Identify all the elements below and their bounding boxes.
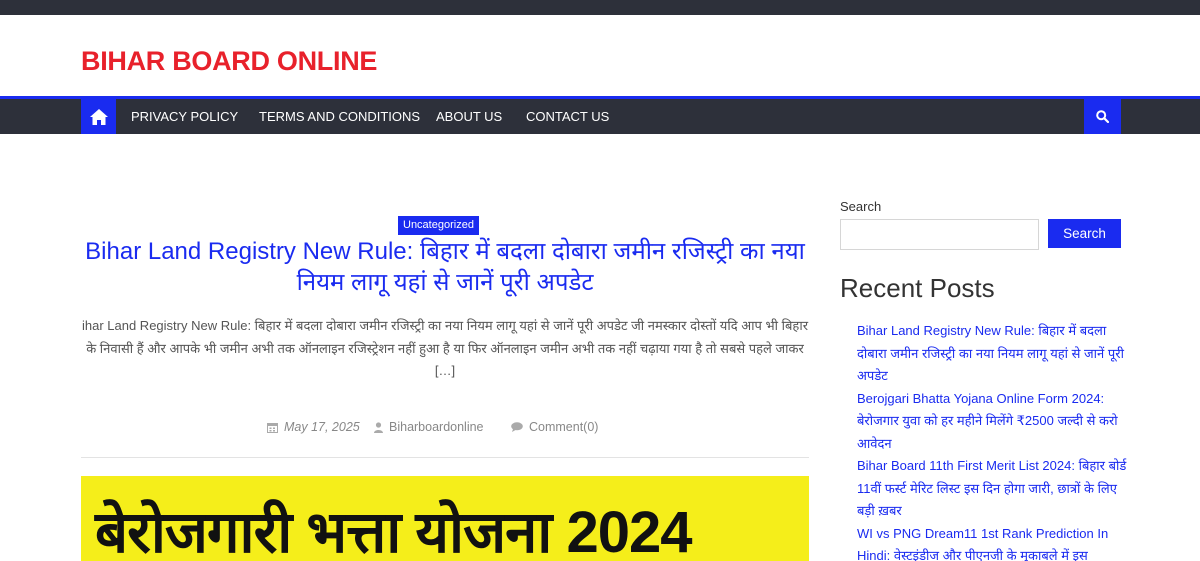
main-nav: PRIVACY POLICY TERMS AND CONDITIONS ABOU… xyxy=(0,96,1200,134)
user-icon xyxy=(374,421,383,433)
post-comments-text: Comment(0) xyxy=(529,420,599,434)
recent-post-link[interactable]: Berojgari Bhatta Yojana Online Form 2024… xyxy=(857,388,1127,456)
post-title[interactable]: Bihar Land Registry New Rule: बिहार में … xyxy=(81,236,809,298)
nav-item-contact-us[interactable]: CONTACT US xyxy=(526,99,609,134)
sidebar-search-label: Search xyxy=(840,199,882,214)
recent-posts-heading: Recent Posts xyxy=(840,273,995,303)
post-author-text: Biharboardonline xyxy=(389,420,484,434)
recent-post-link[interactable]: Bihar Land Registry New Rule: बिहार में … xyxy=(857,320,1127,388)
home-button[interactable] xyxy=(81,99,116,134)
post-excerpt: ihar Land Registry New Rule: बिहार में ब… xyxy=(81,318,809,378)
nav-item-privacy-policy[interactable]: PRIVACY POLICY xyxy=(131,99,238,134)
nav-item-about-us[interactable]: ABOUT US xyxy=(436,99,502,134)
post-date-text: May 17, 2025 xyxy=(284,420,360,434)
post-divider xyxy=(81,457,809,458)
top-bar xyxy=(0,0,1200,15)
search-icon xyxy=(1096,110,1109,123)
comment-icon xyxy=(511,422,523,432)
nav-search-button[interactable] xyxy=(1084,99,1121,134)
post-date[interactable]: May 17, 2025 xyxy=(267,420,360,434)
sidebar-search-input[interactable] xyxy=(840,219,1039,250)
featured-image-text: बेरोजगारी भत्ता योजना 2024 xyxy=(95,500,692,561)
post-meta: May 17, 2025 Biharboardonline Comment(0) xyxy=(81,420,809,438)
post-comments[interactable]: Comment(0) xyxy=(511,420,598,434)
calendar-icon xyxy=(267,422,278,433)
recent-post-link[interactable]: WI vs PNG Dream11 1st Rank Prediction In… xyxy=(857,523,1127,561)
featured-image[interactable]: बेरोजगारी भत्ता योजना 2024 xyxy=(81,476,809,561)
post-author[interactable]: Biharboardonline xyxy=(374,420,484,434)
nav-item-terms-and-conditions[interactable]: TERMS AND CONDITIONS xyxy=(259,99,420,134)
category-badge[interactable]: Uncategorized xyxy=(398,216,479,235)
home-icon xyxy=(89,108,108,125)
recent-posts-list: Bihar Land Registry New Rule: बिहार में … xyxy=(857,320,1127,561)
recent-post-link[interactable]: Bihar Board 11th First Merit List 2024: … xyxy=(857,455,1127,523)
site-title[interactable]: BIHAR BOARD ONLINE xyxy=(81,46,377,77)
sidebar-search-button[interactable]: Search xyxy=(1048,219,1121,248)
